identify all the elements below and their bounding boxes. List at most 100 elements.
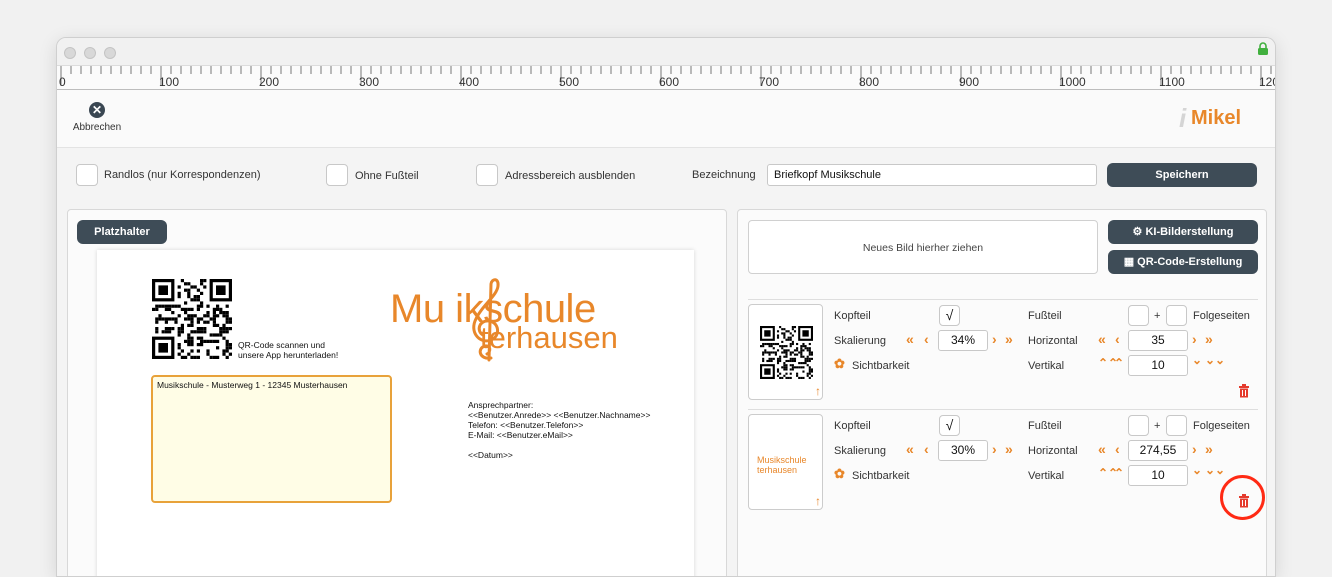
footer-checkbox[interactable] [1128,415,1149,436]
zoom-window-button[interactable] [104,47,116,59]
vertical-up-button[interactable]: ⌃ [1114,466,1124,480]
minimize-window-button[interactable] [84,47,96,59]
horizontal-right-more-button[interactable]: » [1205,331,1213,347]
following-pages-checkbox[interactable] [1166,415,1187,436]
vertical-input[interactable]: 10 [1128,355,1188,376]
qr-module [808,347,811,350]
horizontal-left-more-button[interactable]: « [1098,441,1106,457]
qr-module [806,349,809,352]
footer-checkbox[interactable] [1128,305,1149,326]
qr-module [212,323,216,327]
qr-module [783,351,786,354]
qr-module [762,359,765,363]
scale-input[interactable]: 30% [938,440,988,461]
address-field[interactable]: Musikschule - Musterweg 1 - 12345 Muster… [151,375,392,503]
qr-caption: QR-Code scannen und unsere App herunterl… [238,340,338,360]
scale-increase-more-button[interactable]: » [1005,441,1013,457]
horizontal-left-more-button[interactable]: « [1098,331,1106,347]
scale-decrease-more-button[interactable]: « [906,331,914,347]
hide-address-checkbox[interactable] [476,164,498,186]
scale-increase-more-button[interactable]: » [1005,331,1013,347]
horizontal-left-button[interactable]: ‹ [1115,441,1120,457]
vertical-down-more-button[interactable]: ⌄⌄ [1205,353,1225,367]
qr-module [164,327,168,331]
qr-code-button[interactable]: ▦ QR-Code-Erstellung [1108,250,1258,274]
qr-module [776,368,780,371]
visibility-link[interactable]: Sichtbarkeit [852,470,909,482]
qr-module [789,376,792,379]
horizontal-right-button[interactable]: › [1192,331,1197,347]
vertical-down-more-button[interactable]: ⌄⌄ [1205,463,1225,477]
vertical-down-button[interactable]: ⌄ [1192,463,1202,477]
gear-icon: ✿ [834,356,845,371]
vertical-down-button[interactable]: ⌄ [1192,353,1202,367]
horizontal-left-button[interactable]: ‹ [1115,331,1120,347]
qr-module [789,359,792,363]
borderless-checkbox[interactable] [76,164,98,186]
vertical-up-button[interactable]: ⌃ [1114,356,1124,370]
horizontal-input[interactable]: 35 [1128,330,1188,351]
name-input[interactable]: Briefkopf Musikschule [767,164,1097,186]
plus-sign: + [1154,310,1161,322]
image-thumbnail[interactable]: ↑ [748,304,823,400]
header-checkbox[interactable]: √ [939,415,960,436]
scale-increase-button[interactable]: › [992,331,997,347]
qr-module [187,307,191,311]
name-label: Bezeichnung [692,169,756,181]
qr-module [203,327,207,331]
qr-module [783,332,786,335]
qr-module [158,314,162,318]
save-button[interactable]: Speichern [1107,163,1257,187]
qr-module [177,333,181,337]
image-drop-zone[interactable]: Neues Bild hierher ziehen [748,220,1098,274]
scale-decrease-button[interactable]: ‹ [924,331,929,347]
qr-code-image[interactable] [152,279,232,359]
horizontal-right-button[interactable]: › [1192,441,1197,457]
qr-module [222,352,226,356]
qr-module [200,301,204,305]
arrow-up-icon[interactable]: ↑ [815,494,821,508]
qr-module [155,304,159,308]
arrow-up-icon[interactable]: ↑ [815,384,821,398]
cancel-button[interactable]: ✕ Abbrechen [71,102,123,133]
qr-module [785,368,788,371]
qr-caption-line: QR-Code scannen und [238,340,325,350]
qr-module [796,374,799,377]
scale-decrease-button[interactable]: ‹ [924,441,929,457]
horizontal-input[interactable]: 274,55 [1128,440,1188,461]
trash-icon[interactable] [1238,384,1250,398]
following-pages-checkbox[interactable] [1166,305,1187,326]
qr-module [779,372,782,375]
placeholder-button[interactable]: Platzhalter [77,220,167,244]
qr-module [200,339,204,343]
image-thumbnail[interactable]: Musikschule terhausen ↑ [748,414,823,510]
qr-module [772,357,775,360]
horizontal-right-more-button[interactable]: » [1205,441,1213,457]
qr-module [222,323,226,327]
qr-module [781,351,784,354]
header-checkbox[interactable]: √ [939,305,960,326]
qr-module [177,285,181,289]
no-footer-checkbox[interactable] [326,164,348,186]
qr-module [228,320,232,324]
qr-module [180,355,184,359]
qr-thumbnail-image [760,326,813,379]
qr-module [810,351,813,354]
close-window-button[interactable] [64,47,76,59]
qr-module [806,359,809,363]
qr-module [228,327,232,331]
qr-module [789,338,792,341]
qr-module [810,357,813,360]
scale-decrease-more-button[interactable]: « [906,441,914,457]
qr-module [806,355,809,358]
visibility-link[interactable]: Sichtbarkeit [852,360,909,372]
qr-module [804,347,807,350]
ai-image-button[interactable]: ⚙ KI-Bilderstellung [1108,220,1258,244]
scale-input[interactable]: 34% [938,330,988,351]
vertical-input[interactable]: 10 [1128,465,1188,486]
qr-module [225,330,229,334]
letter-preview: QR-Code scannen und unsere App herunterl… [97,250,694,576]
qr-module [768,342,771,346]
qr-module [228,346,232,350]
scale-increase-button[interactable]: › [992,441,997,457]
